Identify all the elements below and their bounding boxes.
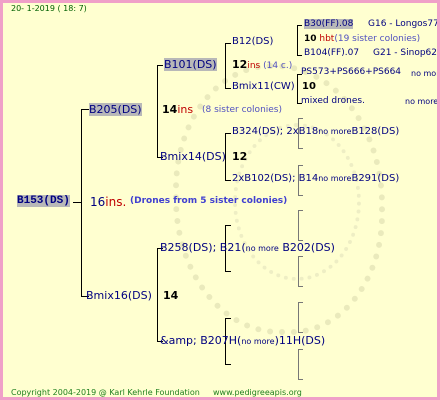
connector [298, 118, 303, 119]
year-bmix16: 14 [163, 289, 179, 302]
queen-node-2xb102[interactable]: 2xB102(DS); B14no moreB291(DS) [232, 173, 399, 184]
connector [297, 74, 298, 103]
header-date: 20- 1-2019 ( 18: 7) [11, 4, 87, 13]
year-b101: 12ins (14 c.) [232, 58, 293, 71]
queen-node-bmix11[interactable]: Bmix11(CW) [232, 81, 295, 92]
b30-info: G16 - Longos77R [368, 19, 440, 29]
connector [81, 109, 89, 110]
year-b30-line: 10 hbt(19 sister colonies) [304, 34, 421, 44]
connector [298, 256, 303, 257]
connector [157, 65, 158, 157]
connector [157, 65, 163, 66]
mixed-drones-more: no more [405, 97, 439, 106]
queen-node-b207[interactable]: &amp; B207H(no more)11H(DS) [160, 334, 325, 347]
connector [298, 195, 303, 196]
queen-node-b104[interactable]: B104(FF).07 [304, 48, 359, 58]
queen-node-b205[interactable]: B205(DS) [89, 103, 142, 116]
queen-node-bmix14[interactable]: Bmix14(DS) [160, 150, 226, 163]
connector [298, 302, 303, 303]
queen-node-b324[interactable]: B324(DS); 2xB18no moreB128(DS) [232, 126, 399, 137]
queen-node-ps573[interactable]: PS573+PS666+PS664 [301, 67, 401, 77]
b104-info: G21 - Sinop62R [373, 48, 440, 58]
connector [225, 225, 231, 226]
connector [297, 25, 298, 55]
connector [225, 43, 226, 88]
queen-node-b258[interactable]: B258(DS); B21(no more B202(DS) [160, 241, 335, 254]
connector [298, 210, 299, 240]
connector [298, 210, 303, 211]
connector [225, 180, 231, 181]
connector [157, 248, 158, 341]
queen-node-b101[interactable]: B101(DS) [164, 58, 217, 71]
connector [298, 379, 303, 380]
connector [298, 256, 299, 286]
year-root: 16ins. [90, 195, 127, 209]
queen-node-root[interactable]: B153(DS) [17, 195, 70, 207]
connector [298, 286, 303, 287]
root-drones-note: (Drones from 5 sister colonies) [130, 196, 288, 206]
connector [298, 349, 299, 379]
copyright: Copyright 2004-2019 @ Karl Kehrle Founda… [11, 388, 200, 397]
connector [225, 43, 231, 44]
connector [225, 364, 231, 365]
connector [225, 133, 231, 134]
queen-node-b30[interactable]: B30(FF).08 [304, 19, 354, 29]
connector [298, 332, 303, 333]
connector [225, 88, 231, 89]
pedigree-frame: 20- 1-2019 ( 18: 7) B153(DS) 16ins. (Dro… [0, 0, 440, 400]
connector [298, 349, 303, 350]
year-bmix11: 10 [302, 81, 316, 92]
connector [298, 302, 299, 332]
b205-note: (8 sister colonies) [202, 105, 283, 115]
connector [81, 109, 82, 296]
connector [298, 165, 303, 166]
mixed-drones-label: mixed drones. [301, 96, 365, 106]
connector [73, 202, 81, 203]
year-bmix14: 12 [232, 150, 248, 163]
connector [298, 148, 303, 149]
year-b205: 14ins [162, 103, 194, 116]
ps573-more: no more [411, 69, 440, 78]
site-link[interactable]: www.pedigreeapis.org [213, 388, 302, 397]
connector [297, 25, 302, 26]
connector [225, 318, 231, 319]
queen-node-bmix16[interactable]: Bmix16(DS) [86, 289, 152, 302]
queen-node-b12[interactable]: B12(DS) [232, 36, 273, 47]
connector [225, 271, 231, 272]
connector [297, 55, 302, 56]
